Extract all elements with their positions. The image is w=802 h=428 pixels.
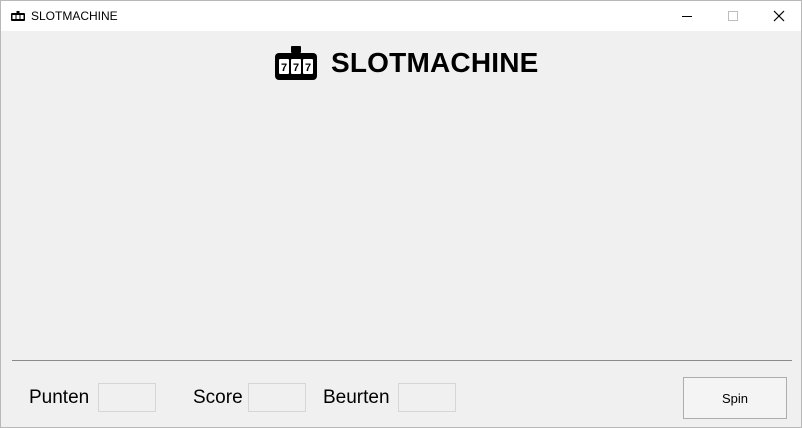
minimize-button[interactable] — [664, 1, 710, 31]
maximize-icon — [728, 11, 738, 21]
maximize-button[interactable] — [710, 1, 756, 31]
window-title: SLOTMACHINE — [31, 9, 118, 23]
app-window: SLOTMACHINE 7 7 7 SLOTMACHINE Punten Sco… — [0, 0, 802, 428]
beurten-label: Beurten — [323, 387, 390, 408]
punten-field — [98, 383, 156, 412]
app-header: 7 7 7 SLOTMACHINE — [1, 31, 801, 101]
divider — [12, 360, 792, 361]
svg-text:7: 7 — [281, 62, 287, 74]
slot-machine-777-icon: 7 7 7 — [275, 46, 317, 80]
score-field — [248, 383, 306, 412]
title-bar[interactable]: SLOTMACHINE — [1, 1, 801, 31]
close-icon — [773, 10, 785, 22]
page-title: SLOTMACHINE — [331, 47, 539, 78]
slot-machine-icon — [11, 11, 25, 21]
beurten-field — [398, 383, 456, 412]
minimize-icon — [682, 16, 692, 17]
svg-text:7: 7 — [293, 62, 299, 74]
punten-label: Punten — [29, 387, 90, 408]
spin-button[interactable]: Spin — [683, 377, 787, 419]
close-button[interactable] — [756, 1, 801, 31]
svg-text:7: 7 — [305, 62, 311, 74]
score-label: Score — [193, 387, 243, 408]
